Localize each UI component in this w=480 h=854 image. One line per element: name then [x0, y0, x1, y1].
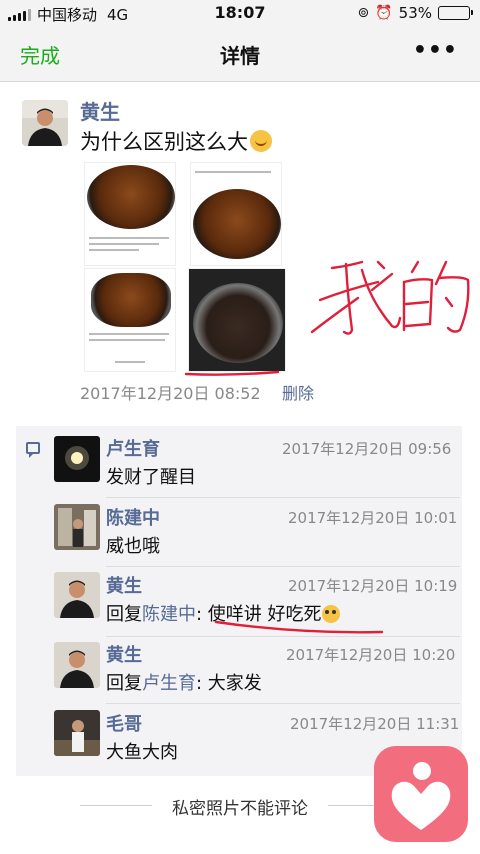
comment-timestamp: 2017年12月20日 10:20	[286, 646, 456, 664]
comment-divider	[106, 566, 460, 567]
reply-separator: :	[196, 604, 208, 625]
post-timestamp: 2017年12月20日 08:52	[80, 384, 261, 403]
floating-app-icon[interactable]	[374, 746, 468, 842]
heart-icon	[391, 781, 451, 830]
comment-author[interactable]: 陈建中	[106, 504, 160, 530]
reply-to-user-link[interactable]: 卢生育	[142, 673, 196, 694]
reply-body: 使咩讲 好吃死	[207, 604, 322, 625]
comment-timestamp: 2017年12月20日 10:01	[288, 509, 458, 527]
battery-percent: 53%	[398, 4, 432, 22]
reply-prefix: 回复	[106, 604, 142, 625]
comment-avatar[interactable]	[54, 710, 100, 756]
comment-text: 大鱼大肉	[106, 742, 178, 763]
orientation-lock-icon: ⊚	[357, 5, 370, 21]
comment-author[interactable]: 黄生	[106, 641, 142, 667]
post-text-content: 为什么区别这么大	[80, 130, 248, 154]
comment-text: 威也哦	[106, 536, 160, 557]
smiley-emoji-icon	[321, 605, 340, 623]
battery-icon	[438, 6, 473, 20]
comment-text: 回复卢生育: 大家发	[106, 669, 262, 695]
reply-prefix: 回复	[106, 673, 142, 694]
post-photo-3[interactable]	[84, 268, 176, 372]
more-menu-button[interactable]: •••	[413, 38, 458, 63]
reply-to-user-link[interactable]: 陈建中	[142, 604, 196, 625]
navigation-bar: 完成 详情 •••	[0, 26, 480, 82]
status-bar: 中国移动 4G 18:07 ⊚ ⏰ 53%	[0, 0, 480, 26]
comment-divider	[106, 497, 460, 498]
comment-author[interactable]: 卢生育	[106, 435, 160, 461]
footer-rule-right	[328, 805, 378, 806]
post-photo-4[interactable]	[188, 268, 286, 372]
comment-icon	[26, 442, 40, 458]
comment-avatar[interactable]	[54, 504, 100, 550]
alarm-icon: ⏰	[375, 5, 393, 21]
page-title: 详情	[220, 44, 260, 68]
comment-text: 回复陈建中: 使咩讲 好吃死	[106, 600, 340, 626]
laughing-emoji-icon	[250, 130, 272, 152]
post-author-avatar[interactable]	[22, 100, 68, 146]
comment-avatar[interactable]	[54, 436, 100, 482]
comment-avatar[interactable]	[54, 642, 100, 688]
reply-body: 大家发	[207, 673, 262, 694]
comment-author[interactable]: 黄生	[106, 572, 142, 598]
post-photo-2[interactable]	[190, 162, 282, 266]
comment-avatar[interactable]	[54, 572, 100, 618]
comment-text: 发财了醒目	[106, 467, 196, 488]
comment-divider	[106, 703, 460, 704]
delete-post-button[interactable]: 删除	[282, 380, 314, 404]
comment-timestamp: 2017年12月20日 11:31	[290, 715, 460, 733]
post-author-name[interactable]: 黄生	[80, 96, 120, 125]
comment-divider	[106, 636, 460, 637]
post-photo-1[interactable]	[84, 162, 176, 266]
post-text: 为什么区别这么大	[80, 126, 272, 156]
reply-separator: :	[196, 673, 208, 694]
comment-timestamp: 2017年12月20日 10:19	[288, 577, 458, 595]
comment-author[interactable]: 毛哥	[106, 710, 142, 736]
comment-timestamp: 2017年12月20日 09:56	[282, 440, 452, 458]
